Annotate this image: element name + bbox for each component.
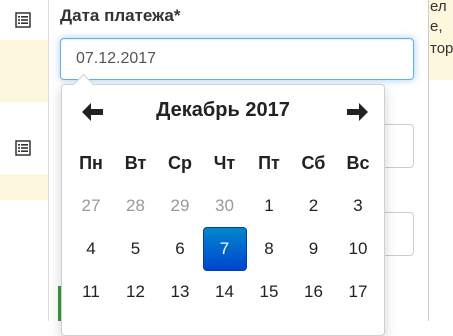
background-text: е, (430, 18, 443, 35)
day-cell[interactable]: 1 (247, 184, 291, 228)
day-cell-selected[interactable]: 7 (202, 227, 247, 271)
table-row (0, 0, 48, 41)
day-cell[interactable]: 15 (247, 270, 291, 314)
weekday-header: Пн (79, 153, 103, 173)
day-cell[interactable]: 5 (114, 227, 158, 271)
table-row (0, 128, 48, 175)
day-cell[interactable]: 28 (114, 184, 158, 228)
background-text: тор (430, 40, 453, 57)
weekday-header: Сб (301, 153, 326, 173)
month-year-title[interactable]: Декабрь 2017 (112, 99, 334, 122)
payment-date-input[interactable]: 07.12.2017 (60, 38, 414, 80)
day-cell[interactable]: 4 (69, 227, 113, 271)
weekday-header: Вт (124, 153, 147, 173)
day-cell[interactable]: 11 (69, 270, 113, 314)
day-cell[interactable]: 6 (158, 227, 202, 271)
day-cell[interactable]: 2 (292, 184, 336, 228)
day-cell[interactable]: 8 (247, 227, 291, 271)
day-cell[interactable]: 10 (336, 227, 380, 271)
weekday-header: Чт (213, 153, 236, 173)
table-row (0, 40, 48, 103)
table-row (0, 102, 48, 129)
next-month-button[interactable] (340, 97, 374, 127)
day-cell[interactable]: 3 (336, 184, 380, 228)
day-cell[interactable]: 13 (158, 270, 202, 314)
arrow-left-icon (82, 103, 103, 121)
day-cell[interactable]: 16 (292, 270, 336, 314)
day-cell[interactable]: 29 (158, 184, 202, 228)
datepicker-popup: Декабрь 2017 Пн Вт Ср Чт Пт Сб Вс 27 28 29 30 1 2 3 4 5… (61, 73, 385, 336)
list-icon[interactable] (15, 12, 31, 28)
day-cell[interactable]: 17 (336, 270, 380, 314)
list-icon[interactable] (15, 140, 31, 156)
day-cell[interactable]: 27 (69, 184, 113, 228)
day-cell[interactable]: 30 (203, 184, 247, 228)
table-row (0, 174, 48, 201)
payment-date-label: Дата платежа* (60, 6, 181, 25)
divider (428, 0, 429, 321)
weekday-header: Пт (258, 153, 280, 173)
prev-month-button[interactable] (76, 97, 110, 127)
day-cell[interactable]: 14 (203, 270, 247, 314)
table-left-column (0, 0, 48, 321)
weekday-header: Вс (346, 153, 370, 173)
datepicker-header: Декабрь 2017 (62, 95, 384, 129)
day-cell[interactable]: 12 (114, 270, 158, 314)
table-row (0, 200, 48, 321)
weekday-header: Ср (168, 153, 192, 173)
background-text: ел (430, 0, 447, 15)
day-cell[interactable]: 9 (292, 227, 336, 271)
arrow-right-icon (347, 103, 368, 121)
